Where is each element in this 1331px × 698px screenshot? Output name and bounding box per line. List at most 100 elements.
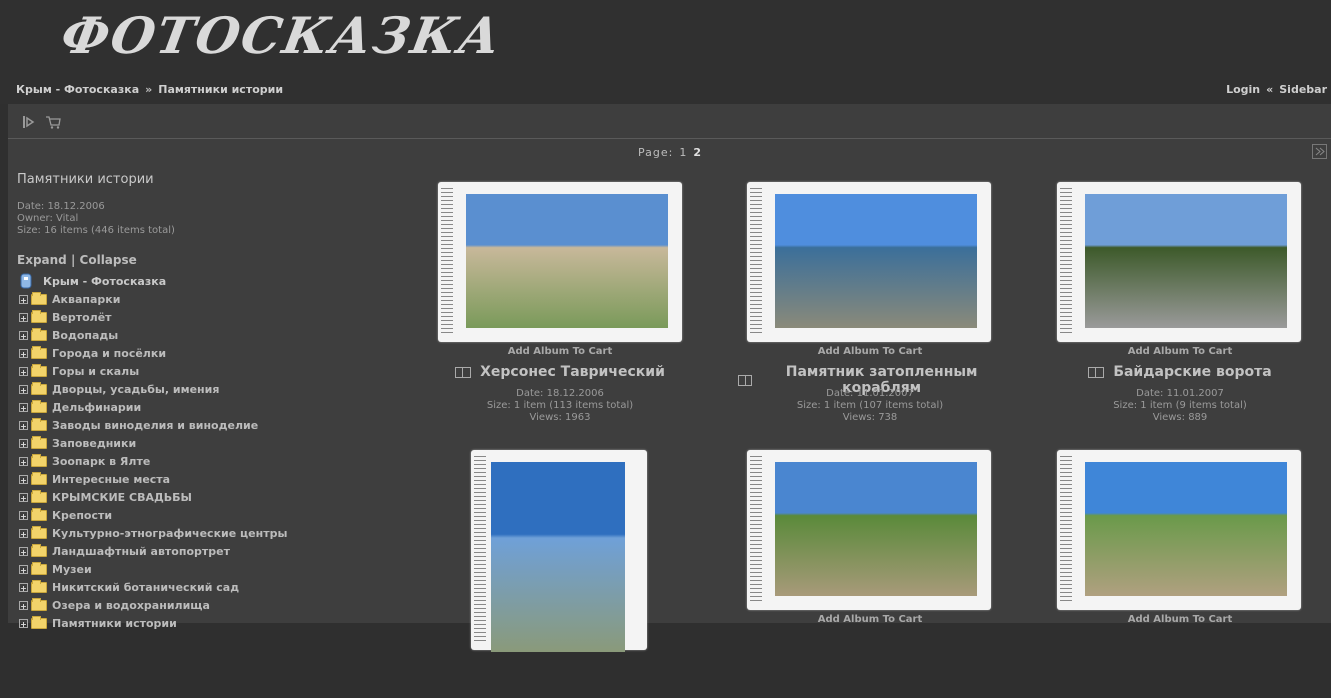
album-card-size: Size: 1 item (107 items total) [796,400,944,411]
tree-item-label: Вертолёт [52,310,112,324]
expand-node-icon[interactable]: + [19,564,28,575]
add-album-to-cart-link[interactable]: Add Album To Cart [1048,346,1312,357]
tree-item[interactable]: + Дельфинарии [17,398,397,416]
tree-root-label: Крым - Фотосказка [43,274,167,288]
tree-root[interactable]: Крым - Фотосказка [17,272,397,290]
collapse-link[interactable]: Collapse [80,253,137,267]
tree-item-label: Крепости [52,508,113,522]
add-album-to-cart-link[interactable]: Add Album To Cart [738,614,1002,625]
album-thumbnail-image[interactable] [775,194,977,328]
tree-item[interactable]: + Вертолёт [17,308,397,326]
expand-node-icon[interactable]: + [19,618,28,629]
add-album-to-cart-link[interactable]: Add Album To Cart [738,346,1002,357]
tree-item-label: КРЫМСКИЕ СВАДЬБЫ [52,490,192,504]
tree-item[interactable]: + Аквапарки [17,290,397,308]
spiral-binding [1060,456,1072,604]
tree-item[interactable]: + Ландшафтный автопортрет [17,542,397,560]
tree-item[interactable]: + Дворцы, усадьбы, имения [17,380,397,398]
tree-item[interactable]: + Культурно-этнографические центры [17,524,397,542]
breadcrumb-current[interactable]: Памятники истории [158,83,283,96]
tree-item-label: Зоопарк в Ялте [52,454,151,468]
album-title-row[interactable]: Байдарские ворота [1048,364,1312,380]
tree-item[interactable]: + Зоопарк в Ялте [17,452,397,470]
album-thumbnail-frame[interactable] [747,182,991,342]
folder-icon [31,435,47,449]
tree-item[interactable]: + Интересные места [17,470,397,488]
expand-node-icon[interactable]: + [19,492,28,503]
breadcrumb-home[interactable]: Крым - Фотосказка [16,83,139,96]
album-thumbnail-image[interactable] [466,194,668,328]
tree-item-label: Ландшафтный автопортрет [52,544,230,558]
folder-icon [31,543,47,557]
tree-item[interactable]: + Горы и скалы [17,362,397,380]
expand-node-icon[interactable]: + [19,528,28,539]
tree-item[interactable]: + Города и посёлки [17,344,397,362]
album-card-date: Date: 18.12.2006 [516,388,604,399]
album-card-meta: Date: 18.12.2006 Size: 1 item (113 items … [428,388,692,424]
main-content: Page: 1 2 Памятники истории Date: 18.12.20… [8,104,1331,652]
expand-node-icon[interactable]: + [19,474,28,485]
folder-icon [31,399,47,413]
album-owner: Owner: Vital [17,213,79,224]
tree-item[interactable]: + Музеи [17,560,397,578]
tree-item[interactable]: + Водопады [17,326,397,344]
expand-collapse: Expand | Collapse [17,253,397,267]
expand-collapse-separator: | [70,253,76,267]
folder-icon [31,525,47,539]
expand-node-icon[interactable]: + [19,510,28,521]
expand-node-icon[interactable]: + [19,456,28,467]
tree-item[interactable]: + Никитский ботанический сад [17,578,397,596]
album-info: Date: 18.12.2006 Owner: Vital Size: 16 i… [17,201,397,237]
expand-node-icon[interactable]: + [19,600,28,611]
album-card-title[interactable]: Байдарские ворота [1113,364,1271,380]
folder-icon [31,453,47,467]
album-thumbnail-image[interactable] [1085,194,1287,328]
album-card: Add Album To Cart Херсонес Таврический Dat… [428,178,728,428]
expand-node-icon[interactable]: + [19,402,28,413]
expand-node-icon[interactable]: + [19,384,28,395]
folder-icon [31,579,47,593]
add-album-to-cart-link[interactable]: Add Album To Cart [428,346,692,357]
expand-link[interactable]: Expand [17,253,67,267]
album-card-meta: Date: 11.01.2007 Size: 1 item (9 items to… [1048,388,1312,424]
folder-icon [31,291,47,305]
album-thumbnail-frame[interactable] [438,182,682,342]
expand-node-icon[interactable]: + [19,438,28,449]
slideshow-icon[interactable] [21,114,37,130]
expand-node-icon[interactable]: + [19,582,28,593]
expand-node-icon[interactable]: + [19,546,28,557]
album-thumbnail-image[interactable] [1085,462,1287,596]
next-page-icon[interactable] [1312,144,1327,159]
expand-node-icon[interactable]: + [19,330,28,341]
cart-icon[interactable] [45,114,61,130]
tree-items: + Аквапарки + Вертолёт + Водопады + Города и по… [17,290,397,632]
site-logo[interactable]: ФОТОСКАЗКА [57,6,507,65]
folder-icon [31,597,47,611]
expand-node-icon[interactable]: + [19,294,28,305]
album-thumbnail-frame[interactable] [747,450,991,610]
tree-item-label: Памятники истории [52,616,177,630]
album-title-row[interactable]: Херсонес Таврический [428,364,692,380]
folder-icon [31,489,47,503]
album-card-title[interactable]: Херсонес Таврический [480,364,665,380]
tree-item[interactable]: + КРЫМСКИЕ СВАДЬБЫ [17,488,397,506]
header: ФОТОСКАЗКА Крым - Фотосказка » Памятники и… [0,0,1331,104]
tree-item[interactable]: + Заповедники [17,434,397,452]
tree-item[interactable]: + Заводы виноделия и виноделие [17,416,397,434]
sidebar-link[interactable]: Sidebar [1279,83,1327,96]
album-thumbnail-frame[interactable] [1057,182,1301,342]
login-link[interactable]: Login [1226,83,1260,96]
expand-node-icon[interactable]: + [19,312,28,323]
expand-node-icon[interactable]: + [19,348,28,359]
expand-node-icon[interactable]: + [19,420,28,431]
expand-node-icon[interactable]: + [19,366,28,377]
album-thumbnail-image[interactable] [491,462,625,652]
add-album-to-cart-link[interactable]: Add Album To Cart [1048,614,1312,625]
tree-item[interactable]: + Памятники истории [17,614,397,632]
album-thumbnail-frame[interactable] [471,450,647,652]
tree-item[interactable]: + Озера и водохранилища [17,596,397,614]
album-thumbnail-frame[interactable] [1057,450,1301,610]
album-thumbnail-image[interactable] [775,462,977,596]
page-link-1[interactable]: 1 [679,146,687,159]
tree-item[interactable]: + Крепости [17,506,397,524]
